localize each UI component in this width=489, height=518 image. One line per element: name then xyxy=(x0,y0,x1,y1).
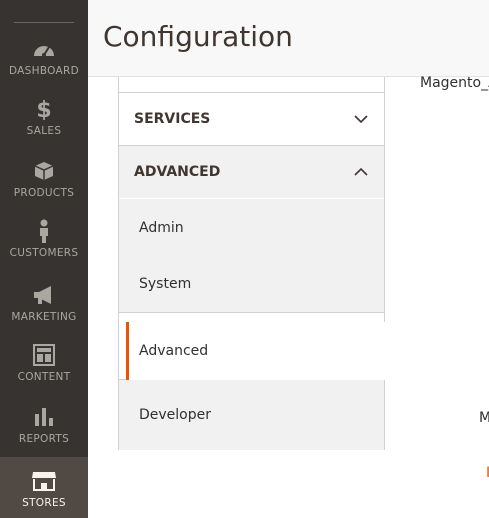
bar-chart-icon xyxy=(31,405,57,429)
tab-item-admin-label: Admin xyxy=(139,219,184,236)
nav-item-content[interactable]: CONTENT xyxy=(0,343,88,405)
nav-label-products: PRODUCTS xyxy=(13,187,75,199)
tab-item-advanced-label: Advanced xyxy=(139,343,209,359)
nav-label-customers: CUSTOMERS xyxy=(9,247,79,259)
dollar-icon: $ xyxy=(31,97,57,121)
nav-item-customers[interactable]: CUSTOMERS xyxy=(0,219,88,281)
section-text-magento: Magento_A xyxy=(420,75,489,91)
page-title: Configuration xyxy=(103,20,293,53)
nav-item-marketing[interactable]: MARKETING xyxy=(0,283,88,345)
nav-label-marketing: MARKETING xyxy=(11,311,77,323)
chevron-up-icon xyxy=(354,167,368,176)
tab-services[interactable]: SERVICES xyxy=(119,92,384,145)
config-tabs: SERVICES ADVANCED Admin System Developer xyxy=(118,77,385,450)
nav-item-sales[interactable]: $ SALES xyxy=(0,97,88,159)
tab-advanced-label: ADVANCED xyxy=(134,164,221,180)
megaphone-icon xyxy=(31,283,57,307)
chevron-down-icon xyxy=(354,115,368,124)
nav-label-dashboard: DASHBOARD xyxy=(8,65,79,77)
active-indicator xyxy=(126,322,129,380)
page-header: Configuration xyxy=(88,0,489,77)
tab-item-admin[interactable]: Admin xyxy=(119,199,384,256)
tab-item-developer-label: Developer xyxy=(139,407,212,423)
tab-item-system[interactable]: System xyxy=(119,256,384,313)
tab-advanced[interactable]: ADVANCED xyxy=(119,145,384,198)
box-icon xyxy=(31,159,57,183)
nav-label-reports: REPORTS xyxy=(18,433,70,445)
nav-label-content: CONTENT xyxy=(17,371,71,383)
tab-services-label: SERVICES xyxy=(134,111,211,127)
tab-item-developer[interactable]: Developer xyxy=(119,379,384,450)
store-icon xyxy=(31,469,57,493)
svg-text:$: $ xyxy=(36,98,51,120)
sidebar-divider xyxy=(14,22,74,23)
tab-item-system-label: System xyxy=(139,276,192,292)
person-icon xyxy=(31,219,57,243)
nav-item-products[interactable]: PRODUCTS xyxy=(0,159,88,221)
nav-label-sales: SALES xyxy=(26,125,62,137)
layout-icon xyxy=(31,343,57,367)
nav-label-stores: STORES xyxy=(22,497,66,509)
admin-sidebar: DASHBOARD $ SALES PRODUCTS CUSTOMERS MAR… xyxy=(0,0,88,518)
nav-item-dashboard[interactable]: DASHBOARD xyxy=(0,37,88,99)
section-text-m: M xyxy=(479,410,489,426)
dashboard-icon xyxy=(31,37,57,61)
nav-item-stores[interactable]: STORES xyxy=(0,457,88,518)
tab-item-advanced[interactable]: Advanced xyxy=(129,322,385,380)
